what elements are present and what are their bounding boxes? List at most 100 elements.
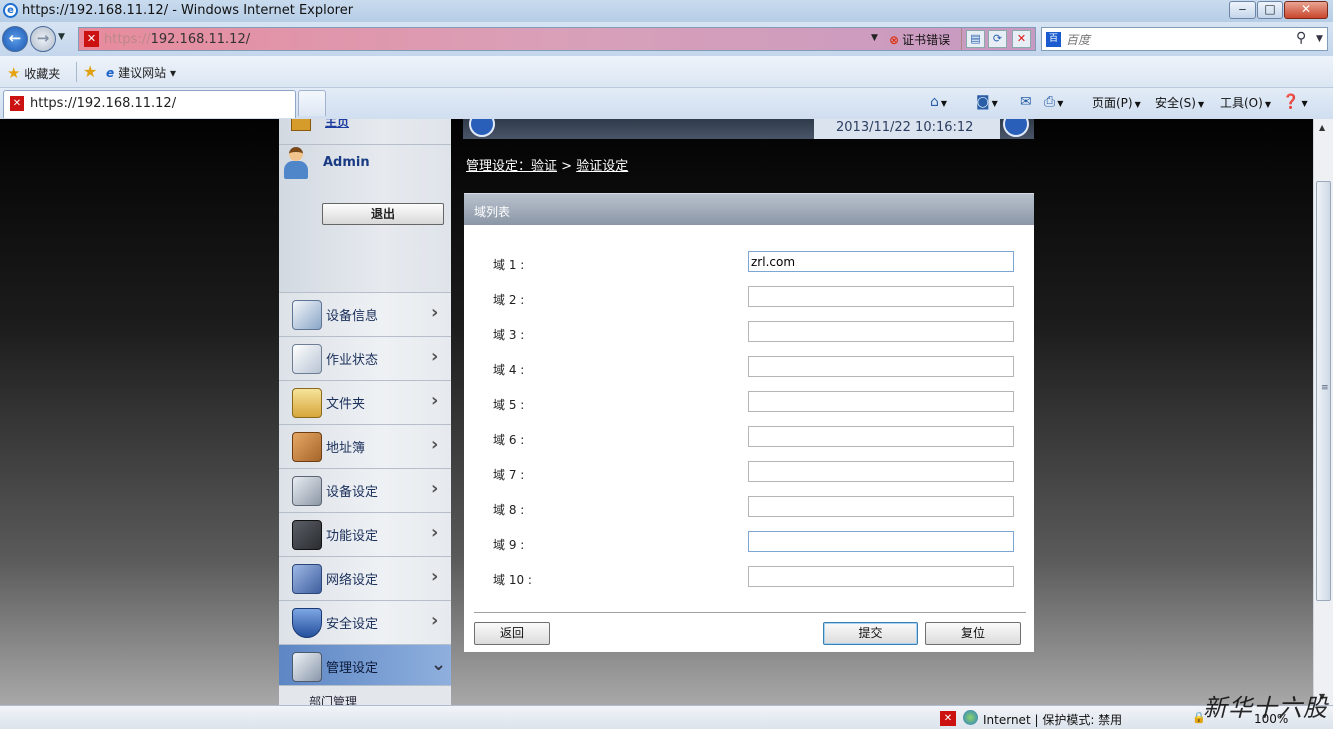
domain-9-input[interactable] bbox=[748, 531, 1014, 552]
close-window-button[interactable]: ✕ bbox=[1284, 1, 1328, 19]
sidebar-item-label: 作业状态 bbox=[326, 353, 379, 368]
domain-1-input[interactable] bbox=[748, 251, 1014, 272]
tools-menu[interactable]: 工具(O) ▼ bbox=[1220, 94, 1271, 111]
domain-row-10: 域 10 : bbox=[464, 560, 1034, 595]
domain-list-panel: 域 1 : 域 2 : 域 3 : 域 4 : 域 5 : 域 6 : bbox=[464, 225, 1034, 652]
ie-page-icon: e bbox=[106, 66, 115, 80]
domain-3-input[interactable] bbox=[748, 321, 1014, 342]
sidebar-item-folder[interactable]: 文件夹 › bbox=[279, 380, 451, 424]
compatibility-view-icon[interactable]: ▤ bbox=[966, 30, 985, 48]
sidebar-item-job-status[interactable]: 作业状态 › bbox=[279, 336, 451, 380]
domain-row-9: 域 9 : bbox=[464, 525, 1034, 560]
status-bar: ✕ Internet | 保护模式: 禁用 🔒 100% bbox=[0, 705, 1333, 729]
forward-button[interactable]: → bbox=[30, 26, 56, 52]
shield-icon bbox=[292, 608, 322, 638]
domain-2-input[interactable] bbox=[748, 286, 1014, 307]
suggested-sites-button[interactable]: e 建议网站 ▾ bbox=[106, 64, 176, 81]
search-options-dropdown-icon[interactable]: ▼ bbox=[1316, 34, 1323, 44]
favorites-label: 收藏夹 bbox=[24, 67, 61, 81]
vertical-scrollbar[interactable]: ▲ ≡ ▼ bbox=[1313, 119, 1333, 705]
domain-6-input[interactable] bbox=[748, 426, 1014, 447]
search-input[interactable] bbox=[1066, 31, 1291, 48]
domain-8-input[interactable] bbox=[748, 496, 1014, 517]
safety-menu[interactable]: 安全(S) ▼ bbox=[1155, 94, 1204, 111]
address-dropdown-icon[interactable]: ▼ bbox=[871, 33, 878, 43]
window-title: https://192.168.11.12/ - Windows Interne… bbox=[22, 3, 354, 18]
domain-4-input[interactable] bbox=[748, 356, 1014, 377]
suggested-sites-label: 建议网站 bbox=[118, 66, 167, 80]
page-menu[interactable]: 页面(P) ▼ bbox=[1092, 94, 1141, 111]
header-strip: 2013/11/22 10:16:12 bbox=[463, 119, 1034, 139]
submit-button[interactable]: 提交 bbox=[823, 622, 918, 645]
favorites-button[interactable]: ★ 收藏夹 bbox=[7, 64, 60, 82]
address-book-icon bbox=[292, 432, 322, 462]
scroll-up-icon[interactable]: ▲ bbox=[1319, 123, 1325, 132]
chevron-right-icon: › bbox=[431, 566, 439, 587]
chevron-right-icon: › bbox=[431, 390, 439, 411]
stop-icon[interactable]: ✕ bbox=[1012, 30, 1031, 48]
search-box[interactable]: 百 ⚲ ▼ bbox=[1041, 27, 1328, 51]
scrollbar-thumb[interactable]: ≡ bbox=[1316, 181, 1331, 601]
address-bar[interactable]: ✕ https://192.168.11.12/ ▼ ⊗ 证书错误 ▤ ⟳ ✕ bbox=[78, 27, 1036, 51]
favorites-bar: ★ 收藏夹 ★ e 建议网站 ▾ bbox=[0, 56, 1333, 88]
sidebar-subitem-label: 部门管理 bbox=[309, 695, 358, 705]
maximize-button[interactable]: □ bbox=[1257, 1, 1283, 19]
baidu-icon: 百 bbox=[1046, 32, 1061, 47]
minimize-button[interactable]: ‒ bbox=[1229, 1, 1256, 19]
header-refresh-icon[interactable] bbox=[1003, 119, 1029, 137]
read-mail-button[interactable]: ✉ bbox=[1020, 94, 1032, 110]
footer-divider bbox=[474, 612, 1026, 613]
domain-row-1: 域 1 : bbox=[464, 245, 1034, 280]
page-dropdown-icon: ▼ bbox=[1134, 100, 1141, 109]
sidebar-item-label: 设备信息 bbox=[326, 309, 379, 324]
print-button[interactable]: ⎙ ▼ bbox=[1044, 94, 1063, 110]
cert-error-x-icon: ⊗ bbox=[889, 33, 900, 47]
breadcrumb-link-auth-settings[interactable]: 验证设定 bbox=[576, 159, 628, 174]
help-button[interactable]: ❓ ▼ bbox=[1282, 94, 1308, 110]
breadcrumb-link-auth[interactable]: 管理设定：验证 bbox=[466, 159, 557, 174]
domain-5-input[interactable] bbox=[748, 391, 1014, 412]
user-avatar-icon bbox=[284, 147, 308, 181]
home-icon: ⌂ bbox=[930, 94, 939, 110]
new-tab-button[interactable] bbox=[298, 90, 326, 116]
logout-button[interactable]: 退出 bbox=[322, 203, 444, 225]
sidebar-item-security-settings[interactable]: 安全设定 › bbox=[279, 600, 451, 644]
sidebar-item-device-settings[interactable]: 设备设定 › bbox=[279, 468, 451, 512]
blocked-content-icon[interactable]: ✕ bbox=[940, 711, 956, 726]
header-back-icon[interactable] bbox=[469, 119, 495, 137]
search-icon[interactable]: ⚲ bbox=[1296, 30, 1306, 46]
sidebar-item-function-settings[interactable]: 功能设定 › bbox=[279, 512, 451, 556]
domain-label: 域 4 : bbox=[493, 363, 525, 377]
address-url[interactable]: https://192.168.11.12/ bbox=[104, 32, 250, 47]
function-settings-icon bbox=[292, 520, 322, 550]
add-to-favorites-icon[interactable]: ★ bbox=[83, 62, 97, 81]
tools-dropdown-icon: ▼ bbox=[1264, 100, 1271, 109]
sidebar-item-address-book[interactable]: 地址簿 › bbox=[279, 424, 451, 468]
domain-7-input[interactable] bbox=[748, 461, 1014, 482]
window-titlebar: e https://192.168.11.12/ - Windows Inter… bbox=[0, 0, 1333, 22]
url-protocol: https:// bbox=[104, 32, 151, 47]
security-zone[interactable]: Internet | 保护模式: 禁用 bbox=[983, 711, 1122, 728]
home-button[interactable]: ⌂ ▼ bbox=[930, 94, 947, 110]
recent-pages-dropdown-icon[interactable]: ▼ bbox=[58, 32, 65, 42]
refresh-icon[interactable]: ⟳ bbox=[988, 30, 1007, 48]
back-button[interactable]: ← bbox=[2, 26, 28, 52]
main-content: 2013/11/22 10:16:12 管理设定：验证 > 验证设定 域列表 域… bbox=[463, 119, 1034, 705]
tab-bar: ✕ https://192.168.11.12/ ⌂ ▼ ◙ ▼ ✉ ⎙ ▼ 页面(P… bbox=[0, 88, 1333, 119]
certificate-error-button[interactable]: ⊗ 证书错误 bbox=[889, 31, 950, 48]
feeds-button[interactable]: ◙ ▼ bbox=[976, 94, 998, 110]
tab-active[interactable]: ✕ https://192.168.11.12/ bbox=[3, 90, 296, 118]
sidebar-subitem-department-management[interactable]: 部门管理 bbox=[279, 685, 451, 705]
username: Admin bbox=[323, 155, 370, 170]
back-button[interactable]: 返回 bbox=[474, 622, 550, 645]
sidebar-item-management-settings[interactable]: 管理设定 ⌄ bbox=[279, 644, 451, 685]
home-folder-icon bbox=[291, 119, 311, 131]
mail-icon: ✉ bbox=[1020, 94, 1032, 110]
reset-button[interactable]: 复位 bbox=[925, 622, 1021, 645]
sidebar-item-device-info[interactable]: 设备信息 › bbox=[279, 292, 451, 336]
sidebar-item-label: 设备设定 bbox=[326, 485, 379, 500]
domain-10-input[interactable] bbox=[748, 566, 1014, 587]
top-link[interactable]: 主页 bbox=[325, 119, 349, 130]
sidebar-item-network-settings[interactable]: 网络设定 › bbox=[279, 556, 451, 600]
feeds-dropdown-icon: ▼ bbox=[991, 99, 998, 108]
